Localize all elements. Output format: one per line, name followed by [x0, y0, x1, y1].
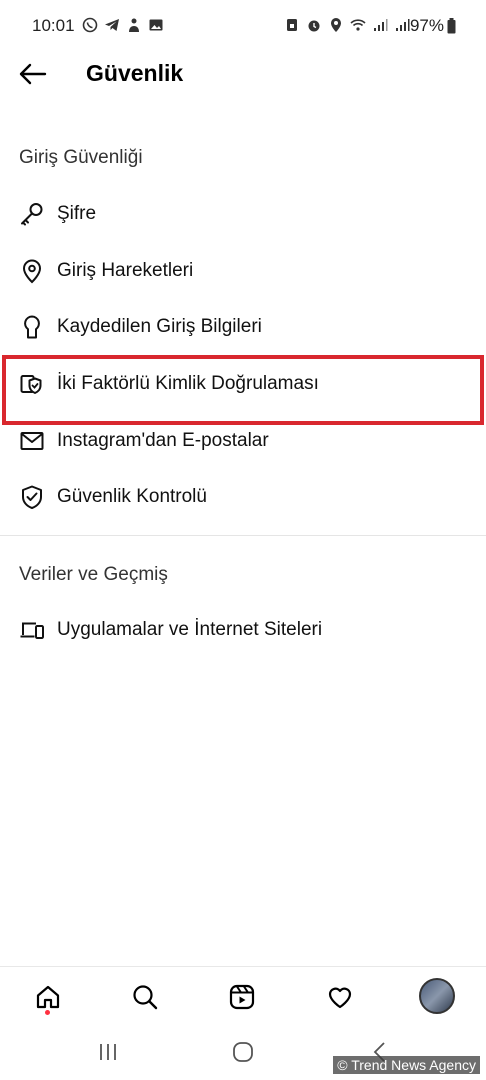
nav-reels-button[interactable]	[222, 979, 262, 1015]
menu-item-label: Giriş Hareketleri	[57, 260, 194, 281]
notification-dot	[45, 1010, 50, 1015]
location-pin-icon	[19, 258, 45, 284]
menu-item-label: Instagram'dan E-postalar	[57, 430, 269, 451]
home-icon	[36, 985, 60, 1009]
menu-item-security-checkup[interactable]: Güvenlik Kontrolü	[0, 471, 486, 523]
whatsapp-icon	[82, 17, 98, 33]
keyhole-icon	[19, 314, 45, 340]
avatar[interactable]	[419, 978, 455, 1014]
recent-apps-icon	[100, 1044, 116, 1060]
menu-item-instagram-emails[interactable]: Instagram'dan E-postalar	[0, 415, 486, 467]
home-circle-icon	[233, 1042, 253, 1062]
battery-icon	[447, 18, 456, 34]
menu-item-label: Güvenlik Kontrolü	[57, 486, 207, 507]
section-title-data-history: Veriler ve Geçmiş	[19, 564, 168, 585]
menu-item-password[interactable]: Şifre	[0, 188, 486, 240]
status-notification-icons	[82, 17, 164, 33]
system-home-button[interactable]	[223, 1038, 263, 1066]
bottom-nav	[0, 966, 486, 1024]
search-icon	[133, 985, 158, 1010]
menu-item-login-activity[interactable]: Giriş Hareketleri	[0, 245, 486, 297]
app-header: Güvenlik	[0, 52, 486, 96]
signal-icon	[396, 19, 410, 31]
telegram-icon	[105, 19, 119, 31]
recent-apps-button[interactable]	[88, 1038, 128, 1066]
watermark: © Trend News Agency	[333, 1056, 480, 1074]
wifi-icon	[350, 19, 366, 31]
laptop-phone-icon	[19, 617, 45, 643]
section-title-login-security: Giriş Güvenliği	[19, 147, 143, 168]
back-button[interactable]	[14, 58, 50, 90]
battery-percent: 97%	[409, 16, 444, 35]
clubhouse-icon	[129, 18, 139, 32]
mail-icon	[19, 428, 45, 454]
section-divider	[0, 535, 486, 536]
page-title: Güvenlik	[86, 60, 184, 86]
nav-search-button[interactable]	[125, 979, 165, 1015]
menu-item-label: Şifre	[57, 203, 97, 224]
reels-icon	[229, 984, 255, 1010]
key-icon	[19, 201, 45, 227]
sim-icon	[287, 19, 297, 31]
menu-item-apps-websites[interactable]: Uygulamalar ve İnternet Siteleri	[0, 604, 486, 656]
menu-item-saved-login[interactable]: Kaydedilen Giriş Bilgileri	[0, 301, 486, 353]
menu-item-label: Kaydedilen Giriş Bilgileri	[57, 316, 262, 337]
menu-item-label: Uygulamalar ve İnternet Siteleri	[57, 619, 323, 640]
nav-activity-button[interactable]	[320, 979, 360, 1015]
signal-icon	[374, 19, 388, 31]
alarm-icon	[308, 20, 320, 32]
gallery-icon	[149, 19, 163, 31]
status-time: 10:01	[32, 16, 75, 35]
status-system-icons	[284, 17, 410, 33]
shield-check-icon	[19, 484, 45, 510]
battery-status: 97%	[410, 16, 456, 36]
arrow-left-icon	[19, 63, 47, 85]
status-bar: 10:01 97%	[0, 0, 486, 52]
location-icon	[331, 18, 341, 32]
heart-icon	[328, 987, 352, 1009]
